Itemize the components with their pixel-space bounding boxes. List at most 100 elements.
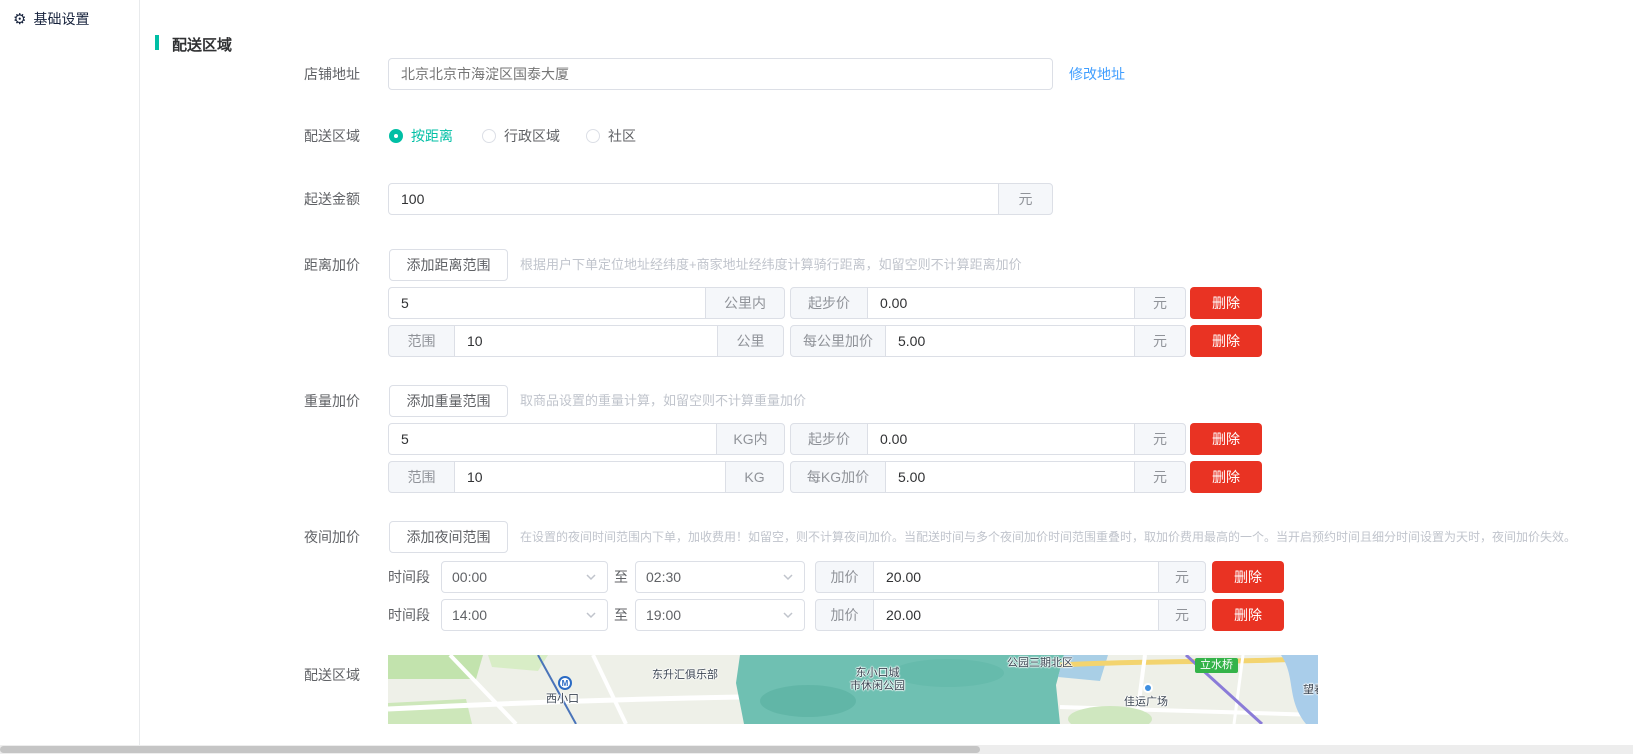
map-label-gongyuan-sanqi: 公园三期北区 <box>1007 657 1073 670</box>
chevron-down-icon <box>782 609 794 621</box>
weight-row1-price-group: 起步价 元 <box>790 423 1186 455</box>
map-label-lishuiqiao: 立水桥 <box>1195 658 1238 673</box>
map-label-park: 东小口城 市休闲公园 <box>850 667 905 693</box>
gear-icon: ⚙ <box>13 12 26 27</box>
metro-station-icon: M <box>558 676 572 690</box>
map-label-jiayun-plaza: 佳运广场 <box>1124 696 1168 709</box>
night-row1-end-select[interactable]: 02:30 <box>635 561 805 593</box>
map-label-xixiaokou: 西小口 <box>546 693 579 706</box>
edit-address-link[interactable]: 修改地址 <box>1069 58 1125 90</box>
radio-community[interactable]: 社区 <box>586 120 636 152</box>
distance-row2-price-input[interactable] <box>885 325 1135 357</box>
night-row2-delete-button[interactable]: 删除 <box>1212 599 1284 631</box>
distance-row1-range-group: 公里内 <box>388 287 785 319</box>
radio-label: 行政区域 <box>504 126 560 146</box>
radio-label: 按距离 <box>411 126 453 146</box>
sidebar-item-basic-settings[interactable]: ⚙ 基础设置 <box>0 0 139 38</box>
section-accent-bar <box>155 35 159 50</box>
night-row1-price-group: 加价 元 <box>815 561 1206 593</box>
weight-row1-kg-input[interactable] <box>388 423 717 455</box>
scrollbar-thumb[interactable] <box>0 746 980 753</box>
weight-row2-kg-unit: KG <box>725 461 784 493</box>
chevron-down-icon <box>585 571 597 583</box>
add-night-range-button[interactable]: 添加夜间范围 <box>389 521 508 553</box>
night-row2-price-input[interactable] <box>873 599 1159 631</box>
night-row2-start-value: 14:00 <box>452 607 487 623</box>
distance-hint: 根据用户下单定位地址经纬度+商家地址经纬度计算骑行距离，如留空则不计算距离加价 <box>520 249 1022 281</box>
night-row1-delete-button[interactable]: 删除 <box>1212 561 1284 593</box>
weight-row2-range-label: 范围 <box>388 461 455 493</box>
distance-row2-price-unit: 元 <box>1134 325 1186 357</box>
weight-row1-price-input[interactable] <box>867 423 1135 455</box>
map-label-park-line1: 东小口城 <box>850 667 905 680</box>
store-address-label: 店铺地址 <box>160 58 360 90</box>
distance-row1-price-label: 起步价 <box>790 287 868 319</box>
weight-row2-price-label: 每KG加价 <box>790 461 886 493</box>
map-section-label: 配送区域 <box>160 659 360 691</box>
distance-row2-km-input[interactable] <box>454 325 718 357</box>
area-type-label: 配送区域 <box>160 120 360 152</box>
min-amount-label: 起送金额 <box>160 183 360 215</box>
weight-hint: 取商品设置的重量计算，如留空则不计算重量加价 <box>520 385 806 417</box>
weight-row2-price-input[interactable] <box>885 461 1135 493</box>
night-row2-end-value: 19:00 <box>646 607 681 623</box>
chevron-down-icon <box>782 571 794 583</box>
night-row1-price-input[interactable] <box>873 561 1159 593</box>
weight-surcharge-label: 重量加价 <box>160 385 360 417</box>
weight-row1-price-label: 起步价 <box>790 423 868 455</box>
min-amount-group: 元 <box>388 183 1053 215</box>
night-row2-period-label: 时间段 <box>388 599 430 631</box>
night-row1-start-value: 00:00 <box>452 569 487 585</box>
night-row2-end-select[interactable]: 19:00 <box>635 599 805 631</box>
weight-row2-kg-input[interactable] <box>454 461 726 493</box>
radio-admin-region[interactable]: 行政区域 <box>482 120 560 152</box>
night-surcharge-label: 夜间加价 <box>160 521 360 553</box>
radio-unchecked-icon <box>482 129 496 143</box>
weight-row2-price-unit: 元 <box>1134 461 1186 493</box>
night-row2-price-unit: 元 <box>1158 599 1206 631</box>
weight-row2-range-group: 范围 KG <box>388 461 784 493</box>
night-row1-end-value: 02:30 <box>646 569 681 585</box>
distance-row2-price-group: 每公里加价 元 <box>790 325 1186 357</box>
distance-row1-price-unit: 元 <box>1134 287 1186 319</box>
add-distance-range-button[interactable]: 添加距离范围 <box>389 249 508 281</box>
distance-row2-range-group: 范围 公里 <box>388 325 784 357</box>
sidebar-item-label: 基础设置 <box>33 9 89 29</box>
weight-row2-delete-button[interactable]: 删除 <box>1190 461 1262 493</box>
distance-row1-km-input[interactable] <box>388 287 706 319</box>
map-label-park-line2: 市休闲公园 <box>850 680 905 693</box>
map-label-dongshenghui-club: 东升汇俱乐部 <box>652 669 718 682</box>
distance-row1-price-input[interactable] <box>867 287 1135 319</box>
weight-row1-delete-button[interactable]: 删除 <box>1190 423 1262 455</box>
night-row1-period-label: 时间段 <box>388 561 430 593</box>
min-amount-input[interactable] <box>388 183 999 215</box>
chevron-down-icon <box>585 609 597 621</box>
distance-row1-km-unit: 公里内 <box>705 287 785 319</box>
radio-unchecked-icon <box>586 129 600 143</box>
distance-row1-price-group: 起步价 元 <box>790 287 1186 319</box>
radio-by-distance[interactable]: 按距离 <box>389 120 453 152</box>
store-address-input[interactable] <box>388 58 1053 90</box>
horizontal-scrollbar[interactable] <box>0 745 1633 754</box>
night-row1-price-unit: 元 <box>1158 561 1206 593</box>
distance-surcharge-label: 距离加价 <box>160 249 360 281</box>
radio-label: 社区 <box>608 126 636 146</box>
night-hint: 在设置的夜间时间范围内下单，加收费用！如留空，则不计算夜间加价。当配送时间与多个… <box>520 521 1576 553</box>
distance-row1-delete-button[interactable]: 删除 <box>1190 287 1262 319</box>
delivery-area-map[interactable]: M 西小口 东升汇俱乐部 东小口城 市休闲公园 公园三期北区 佳运广场 立水桥 … <box>388 655 1318 724</box>
distance-row2-km-unit: 公里 <box>717 325 784 357</box>
night-row1-to-label: 至 <box>614 561 628 593</box>
plaza-poi-icon <box>1143 683 1153 693</box>
sidebar: ⚙ 基础设置 <box>0 0 140 754</box>
add-weight-range-button[interactable]: 添加重量范围 <box>389 385 508 417</box>
weight-row1-kg-unit: KG内 <box>716 423 785 455</box>
min-amount-unit: 元 <box>998 183 1053 215</box>
night-row2-price-group: 加价 元 <box>815 599 1206 631</box>
night-row2-price-label: 加价 <box>815 599 874 631</box>
radio-checked-icon <box>389 129 403 143</box>
map-label-wangchunyuan: 望春园 <box>1303 684 1318 697</box>
night-row1-start-select[interactable]: 00:00 <box>441 561 608 593</box>
distance-row2-price-label: 每公里加价 <box>790 325 886 357</box>
distance-row2-delete-button[interactable]: 删除 <box>1190 325 1262 357</box>
night-row2-start-select[interactable]: 14:00 <box>441 599 608 631</box>
